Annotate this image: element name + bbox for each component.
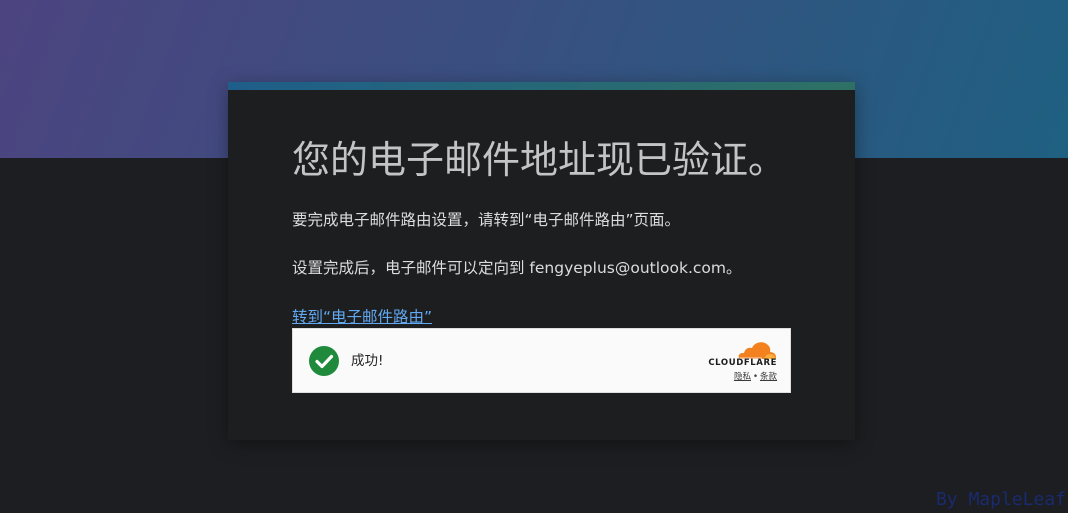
forwarding-info-text: 设置完成后，电子邮件可以定向到 fengyeplus@outlook.com。 <box>292 259 742 277</box>
page: 您的电子邮件地址现已验证。 要完成电子邮件路由设置，请转到“电子邮件路由”页面。… <box>0 0 1068 513</box>
email-routing-link[interactable]: 转到“电子邮件路由” <box>292 306 432 328</box>
watermark-text: By MapleLeaf <box>935 489 1066 510</box>
cloudflare-wordmark: CLOUDFLARE <box>708 358 777 368</box>
terms-link[interactable]: 条款 <box>760 372 777 382</box>
check-circle-icon <box>309 346 339 376</box>
cloudflare-cloud-icon <box>738 342 776 359</box>
verification-card: 您的电子邮件地址现已验证。 要完成电子邮件路由设置，请转到“电子邮件路由”页面。… <box>228 82 855 440</box>
turnstile-widget: 成功! CLOUDFLARE 隐私 • 条款 <box>292 328 791 393</box>
turnstile-footer-links: 隐私 • 条款 <box>713 371 777 383</box>
link-separator: • <box>752 372 758 382</box>
instruction-text: 要完成电子邮件路由设置，请转到“电子邮件路由”页面。 <box>292 211 681 229</box>
page-title: 您的电子邮件地址现已验证。 <box>292 138 787 182</box>
success-status-text: 成功! <box>351 353 384 369</box>
card-accent-bar <box>228 82 855 90</box>
privacy-link[interactable]: 隐私 <box>734 372 751 382</box>
